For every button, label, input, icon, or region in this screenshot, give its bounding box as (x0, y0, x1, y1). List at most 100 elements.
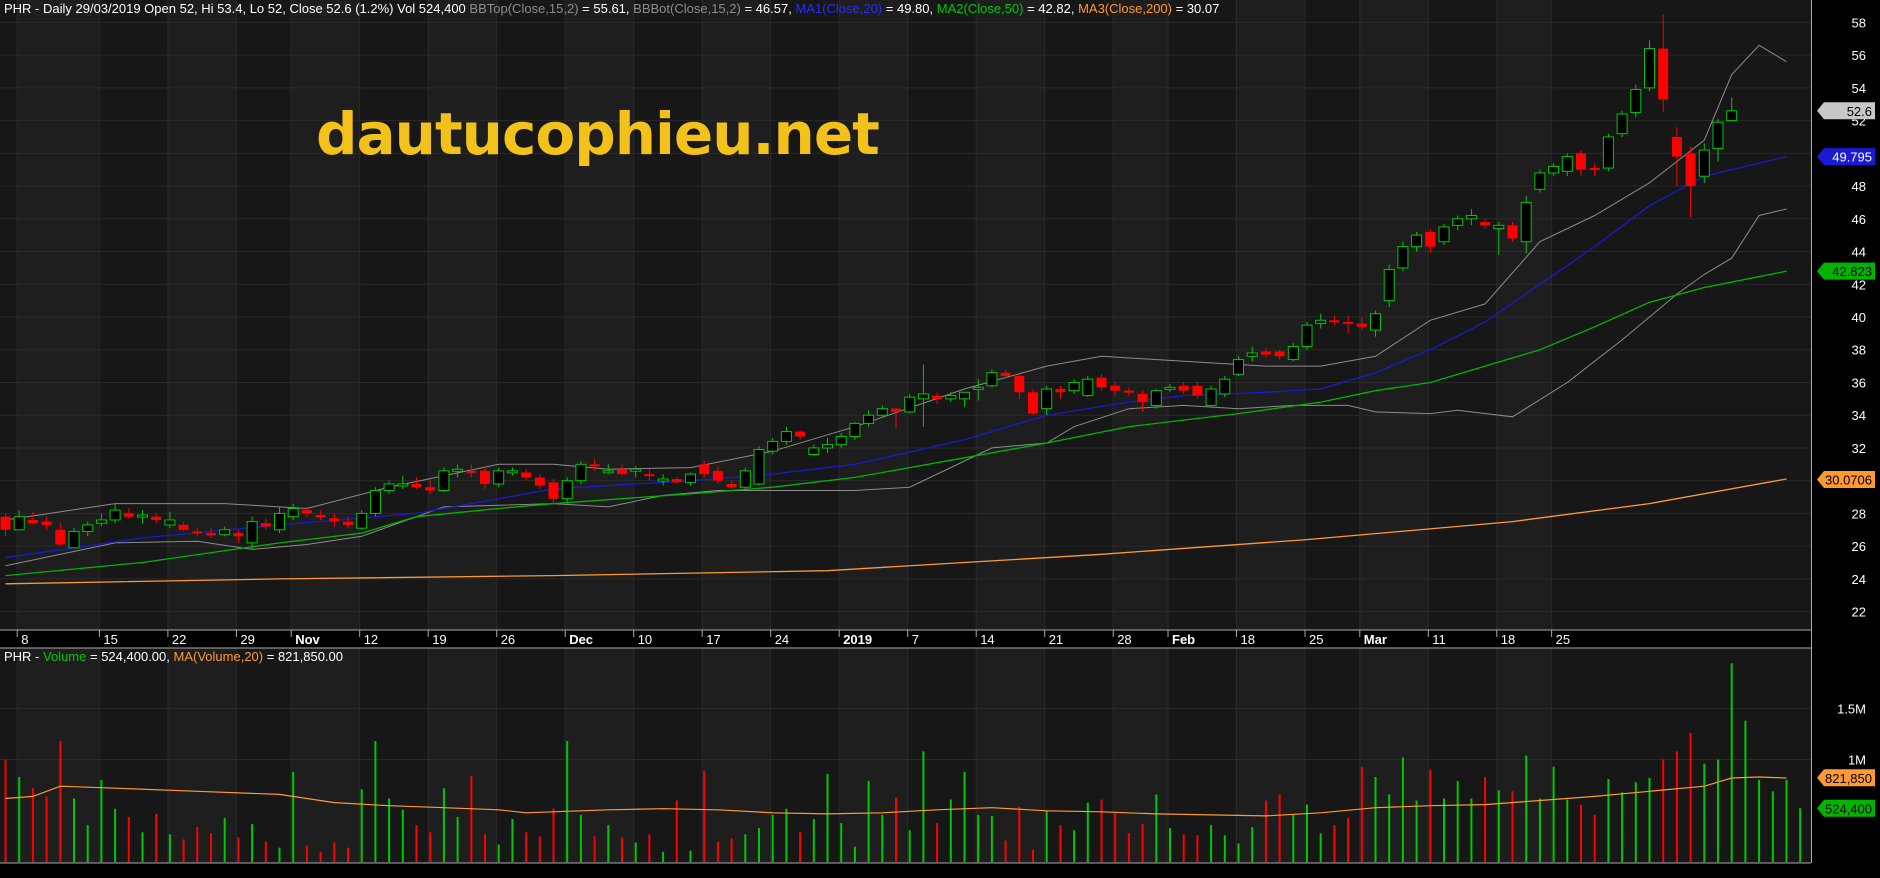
date-axis-strip (0, 630, 1811, 648)
candle-body-up (780, 431, 792, 442)
candle-body-down (315, 515, 326, 518)
bbtop-label: BBTop(Close,15,2) (469, 1, 579, 16)
y-tick-label: 22 (1852, 605, 1866, 620)
candle-body-down (712, 470, 723, 481)
candle-body-up (1164, 386, 1176, 390)
candle-body-up (630, 468, 642, 472)
candle-body-up (1712, 121, 1724, 149)
y-tick-label: 46 (1852, 212, 1866, 227)
candle-body-up (1301, 324, 1313, 347)
equals: = (740, 1, 756, 16)
equals: = (1023, 1, 1039, 16)
x-tick-label: 8 (21, 632, 28, 647)
candle-body-down (1658, 48, 1669, 100)
x-tick-label: 12 (364, 632, 378, 647)
candle-body-up (1548, 165, 1560, 174)
x-tick-label: Nov (295, 632, 320, 647)
y-tick-label: 34 (1852, 408, 1866, 423)
y-tick-label: 48 (1852, 179, 1866, 194)
candle-body-down (123, 513, 134, 517)
equals: = (578, 1, 594, 16)
x-tick-label: 15 (103, 632, 117, 647)
candle-body-up (1233, 359, 1244, 375)
candle-body-down (1137, 393, 1148, 403)
y-tick-label: 36 (1852, 375, 1866, 390)
candle-body-down (1014, 375, 1025, 393)
x-tick-label: Mar (1364, 632, 1387, 647)
candle-body-down (1260, 351, 1271, 355)
candle-body-up (1493, 224, 1505, 230)
chart-canvas: 222426283032343638404244464850525456581M… (0, 0, 1880, 878)
candle-body-up (274, 512, 285, 531)
candle-body-up (452, 468, 464, 472)
candle-body-up (1397, 246, 1409, 269)
candle-body-down (1028, 392, 1038, 414)
candle-body-up (82, 524, 94, 532)
candle-body-down (589, 464, 600, 467)
candle-body-down (1671, 136, 1682, 157)
ma1-value: 49.80 (896, 1, 930, 16)
candle-body-down (671, 479, 682, 483)
volume-tick-label: 1M (1848, 753, 1866, 768)
candle-body-up (1644, 48, 1655, 89)
shade-band (565, 0, 634, 630)
candle-body-up (863, 414, 875, 424)
candle-body-up (1082, 378, 1094, 397)
candle-body-down (41, 521, 52, 525)
candle-body-up (685, 473, 696, 483)
candle-body-up (493, 470, 505, 485)
candle-body-up (1726, 110, 1738, 122)
shade-band (839, 648, 908, 863)
shade-band (976, 0, 1045, 630)
candle-body-down (151, 516, 162, 520)
candle-body-down (1685, 153, 1696, 187)
candle-body-down (699, 464, 710, 475)
y-tick-label: 38 (1852, 343, 1866, 358)
candle-body-down (1507, 225, 1518, 239)
candle-body-up (561, 480, 573, 500)
candle-body-up (739, 470, 751, 488)
y-tick-label: 26 (1852, 539, 1866, 554)
candle-body-down (1576, 153, 1586, 170)
price-header: PHR - Daily 29/03/2019 Open 52, Hi 53.4,… (4, 1, 1220, 16)
candle-body-down (1425, 231, 1436, 247)
candle-body-up (835, 435, 847, 446)
candle-body-up (904, 396, 916, 413)
shade-band (1359, 648, 1429, 863)
candle-body-up (767, 440, 779, 452)
price-tag-text: 42.823 (1832, 264, 1872, 279)
candle-body-up (1068, 381, 1080, 392)
x-tick-label: 19 (432, 632, 446, 647)
shade-band (167, 648, 237, 863)
candle-body-up (808, 447, 820, 455)
candle-body-up (383, 483, 395, 492)
volume-tick-label: 1.5M (1837, 701, 1866, 716)
candle-body-up (219, 529, 231, 536)
candle-body-down (534, 477, 545, 486)
shade-band (167, 0, 237, 630)
x-tick-label: 25 (1556, 632, 1570, 647)
candle-body-up (849, 422, 861, 437)
ma3-value: 30.07 (1186, 1, 1220, 16)
candle-body-down (891, 408, 901, 412)
candle-body-up (506, 470, 518, 474)
watermark-text: dautucophieu.net (316, 100, 880, 168)
candle-body-down (1274, 351, 1285, 357)
candle-body-up (438, 470, 450, 492)
candle-body-down (1356, 323, 1367, 327)
x-tick-label: 2019 (843, 632, 872, 647)
candle-body-up (1534, 172, 1546, 190)
ma3-label: MA3(Close,200) (1078, 1, 1172, 16)
candle-body-down (1480, 222, 1491, 226)
ma1-label: MA1(Close,20) (795, 1, 883, 16)
x-tick-label: 29 (240, 632, 254, 647)
candle-body-up (945, 395, 957, 400)
x-tick-label: 26 (501, 632, 515, 647)
y-tick-label: 44 (1852, 245, 1866, 260)
candle-body-down (726, 483, 737, 488)
x-tick-label: 18 (1241, 632, 1255, 647)
candle-body-up (1630, 88, 1642, 113)
candle-body-up (137, 514, 148, 518)
candle-body-up (13, 516, 25, 531)
price-tag-text: 30.0706 (1825, 473, 1872, 488)
